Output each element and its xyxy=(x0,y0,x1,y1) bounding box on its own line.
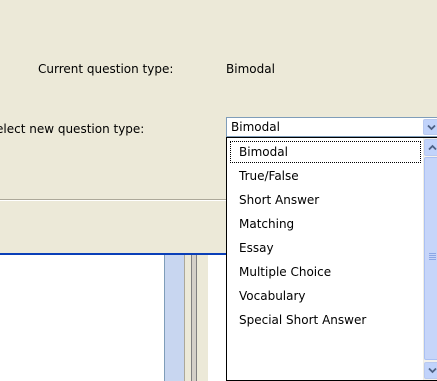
window-frame: Current question type: Bimodal elect new… xyxy=(0,0,437,381)
scroll-down-button[interactable] xyxy=(424,362,437,379)
new-type-label: elect new question type: xyxy=(0,122,145,136)
splitter-grip xyxy=(191,255,197,381)
dropdown-option[interactable]: Short Answer xyxy=(229,188,422,212)
dropdown-button[interactable] xyxy=(423,119,437,135)
question-type-dropdown-list[interactable]: Bimodal True/False Short Answer Matching Ess… xyxy=(226,137,437,381)
scrollbar-thumb[interactable] xyxy=(424,157,437,360)
splitter-bar[interactable] xyxy=(164,255,184,381)
dropdown-option[interactable]: Essay xyxy=(229,236,422,260)
dropdown-option[interactable]: Vocabulary xyxy=(229,284,422,308)
current-type-label: Current question type: xyxy=(38,62,174,76)
chevron-up-icon xyxy=(428,144,437,151)
splitter-handle[interactable] xyxy=(184,255,208,381)
scrollbar-grip xyxy=(429,253,436,261)
scroll-up-button[interactable] xyxy=(424,139,437,156)
dropdown-scrollbar[interactable] xyxy=(423,138,437,380)
question-type-select[interactable]: Bimodal xyxy=(226,117,437,137)
dropdown-option[interactable]: True/False xyxy=(229,164,422,188)
chevron-down-icon xyxy=(428,367,437,374)
dropdown-option[interactable]: Matching xyxy=(229,212,422,236)
chevron-down-icon xyxy=(427,124,436,131)
current-type-value: Bimodal xyxy=(226,62,275,76)
dropdown-option[interactable]: Multiple Choice xyxy=(229,260,422,284)
question-type-select-value: Bimodal xyxy=(231,120,280,134)
content-pane xyxy=(0,255,164,381)
dropdown-option[interactable]: Bimodal xyxy=(229,140,422,164)
dropdown-option[interactable]: Special Short Answer xyxy=(229,308,422,332)
